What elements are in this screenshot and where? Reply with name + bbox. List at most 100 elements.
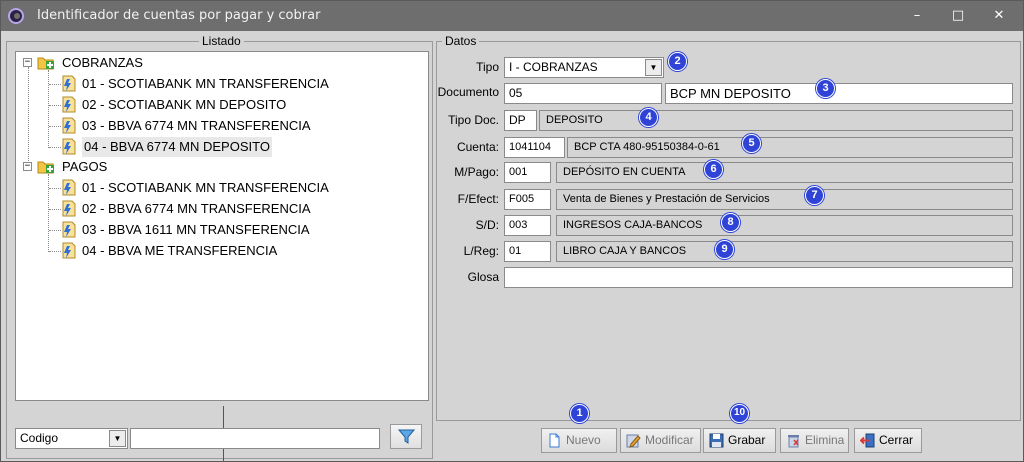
cerrar-button[interactable]: Cerrar [854, 428, 922, 453]
glosa-input[interactable] [504, 267, 1013, 288]
document-icon [62, 221, 76, 238]
m-pago-label: M/Pago: [454, 165, 499, 179]
annotation-badge: 6 [704, 160, 723, 179]
tree-item-label: 02 - SCOTIABANK MN DEPOSITO [82, 97, 287, 112]
elimina-button[interactable]: Elimina [780, 428, 849, 453]
folder-icon [37, 161, 54, 174]
l-reg-desc: LIBRO CAJA Y BANCOS [556, 241, 1013, 262]
cerrar-label: Cerrar [879, 433, 914, 447]
tree-item[interactable]: 03 - BBVA 6774 MN TRANSFERENCIA [16, 116, 416, 136]
documento-code-input[interactable]: 05 [504, 83, 662, 104]
tree-item[interactable]: 02 - BBVA 6774 MN TRANSFERENCIA [16, 199, 416, 219]
collapse-toggle[interactable]: − [23, 162, 32, 171]
document-icon [62, 75, 76, 92]
cuenta-label: Cuenta: [456, 140, 499, 154]
document-icon [62, 96, 76, 113]
chevron-down-icon[interactable]: ▼ [645, 59, 662, 76]
glosa-label: Glosa [467, 270, 499, 284]
document-icon [62, 138, 76, 155]
document-icon [62, 179, 76, 196]
tipo-select[interactable]: I - COBRANZAS ▼ [504, 57, 664, 78]
tree-item[interactable]: 03 - BBVA 1611 MN TRANSFERENCIA [16, 220, 416, 240]
annotation-badge: 9 [715, 240, 734, 259]
tree-group-pagos[interactable]: − PAGOS [16, 157, 416, 177]
collapse-toggle[interactable]: − [23, 58, 32, 67]
tree-item-label: 03 - BBVA 6774 MN TRANSFERENCIA [82, 118, 311, 133]
delete-icon [788, 435, 799, 448]
filter-button[interactable] [390, 424, 422, 449]
tree-group-label: COBRANZAS [62, 55, 143, 70]
folder-icon [37, 57, 54, 70]
document-icon [62, 200, 76, 217]
grabar-label: Grabar [728, 433, 766, 447]
close-window-button[interactable]: ✕ [984, 5, 1014, 27]
tree-item-label: 01 - SCOTIABANK MN TRANSFERENCIA [82, 76, 329, 91]
app-logo-icon [8, 8, 24, 24]
tree-item-label: 01 - SCOTIABANK MN TRANSFERENCIA [82, 180, 329, 195]
title-bar[interactable]: Identificador de cuentas por pagar y cob… [1, 1, 1023, 31]
cuenta-desc: BCP CTA 480-95150384-0-61 [567, 137, 1013, 158]
tipo-label: Tipo [476, 60, 499, 74]
tree-item-selected[interactable]: 04 - BBVA 6774 MN DEPOSITO [16, 137, 416, 157]
save-icon [709, 433, 724, 448]
modificar-button[interactable]: Modificar [620, 428, 701, 453]
search-field-value: Codigo [20, 431, 59, 445]
tipo-doc-label: Tipo Doc. [448, 113, 499, 127]
tree-item[interactable]: 02 - SCOTIABANK MN DEPOSITO [16, 95, 416, 115]
minimize-button[interactable]: – [902, 5, 932, 27]
main-window: Identificador de cuentas por pagar y cob… [0, 0, 1024, 462]
maximize-button[interactable]: □ [943, 5, 973, 27]
f-efect-desc: Venta de Bienes y Prestación de Servicio… [556, 189, 1013, 210]
l-reg-label: L/Reg: [463, 244, 499, 258]
edit-icon [626, 434, 641, 448]
nuevo-button[interactable]: Nuevo [541, 428, 617, 453]
documento-desc-input[interactable]: BCP MN DEPOSITO [665, 83, 1013, 104]
m-pago-desc: DEPÓSITO EN CUENTA [556, 162, 1013, 183]
search-input[interactable] [130, 428, 380, 449]
s-d-label: S/D: [475, 218, 499, 232]
document-icon [62, 242, 76, 259]
tree-item[interactable]: 01 - SCOTIABANK MN TRANSFERENCIA [16, 74, 416, 94]
f-efect-label: F/Efect: [457, 192, 499, 206]
grabar-button[interactable]: Grabar [703, 428, 776, 453]
annotation-badge: 3 [816, 79, 835, 98]
annotation-badge: 4 [639, 108, 658, 127]
annotation-badge: 10 [730, 404, 749, 423]
window-title: Identificador de cuentas por pagar y cob… [37, 8, 321, 23]
tree-item[interactable]: 04 - BBVA ME TRANSFERENCIA [16, 241, 416, 261]
tree-item-label: 03 - BBVA 1611 MN TRANSFERENCIA [82, 222, 310, 237]
account-tree[interactable]: − COBRANZAS 01 - SCOTIABANK MN TRANSFERE… [15, 51, 429, 401]
tree-group-cobranzas[interactable]: − COBRANZAS [16, 53, 416, 73]
annotation-badge: 8 [721, 213, 740, 232]
chevron-down-icon[interactable]: ▼ [109, 430, 126, 447]
document-icon [62, 117, 76, 134]
tipo-value: I - COBRANZAS [509, 60, 598, 74]
cuenta-code-input[interactable]: 1041104 [504, 137, 565, 158]
documento-label: Documento [437, 85, 499, 99]
annotation-badge: 7 [805, 186, 824, 205]
f-efect-code-input[interactable]: F005 [504, 189, 551, 210]
search-field-select[interactable]: Codigo ▼ [15, 428, 128, 449]
s-d-desc: INGRESOS CAJA-BANCOS [556, 215, 1013, 236]
listado-title: Listado [199, 34, 244, 48]
tree-item-label: 02 - BBVA 6774 MN TRANSFERENCIA [82, 201, 311, 216]
tree-item-label: 04 - BBVA ME TRANSFERENCIA [82, 243, 278, 258]
tree-group-label: PAGOS [62, 159, 108, 174]
exit-door-icon [860, 433, 875, 448]
annotation-badge: 1 [570, 404, 589, 423]
nuevo-label: Nuevo [566, 433, 601, 447]
tipo-doc-code-input[interactable]: DP [504, 110, 537, 131]
annotation-badge: 2 [668, 52, 687, 71]
tree-item-label: 04 - BBVA 6774 MN DEPOSITO [82, 137, 272, 157]
modificar-label: Modificar [645, 433, 694, 447]
m-pago-code-input[interactable]: 001 [504, 162, 551, 183]
new-file-icon [549, 433, 560, 448]
elimina-label: Elimina [805, 433, 845, 447]
s-d-code-input[interactable]: 003 [504, 215, 551, 236]
tree-item[interactable]: 01 - SCOTIABANK MN TRANSFERENCIA [16, 178, 416, 198]
datos-title: Datos [442, 34, 480, 48]
funnel-icon [398, 429, 415, 444]
tipo-doc-desc: DEPOSITO [539, 110, 1013, 131]
l-reg-code-input[interactable]: 01 [504, 241, 551, 262]
annotation-badge: 5 [742, 134, 761, 153]
